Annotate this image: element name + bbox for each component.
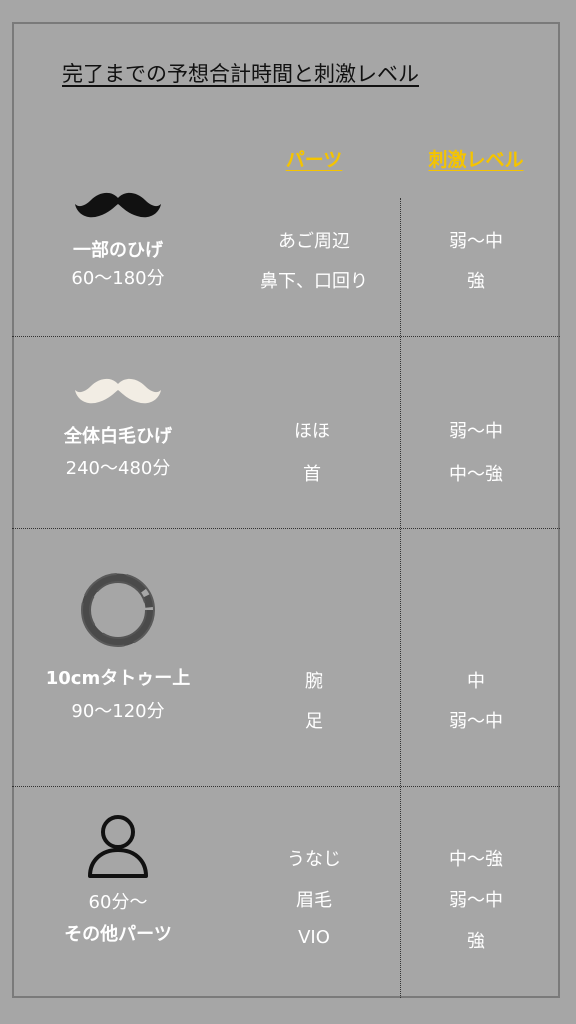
- person-icon: [86, 812, 150, 884]
- row-time: 60分〜: [88, 892, 148, 913]
- row-level: 弱〜中: [449, 231, 503, 252]
- row-name: 10cmタトゥー上: [45, 668, 191, 689]
- row-part: あご周辺: [278, 231, 350, 252]
- row-level: 中: [467, 671, 485, 692]
- row-level: 中〜強: [449, 464, 503, 485]
- row-name: 一部のひげ: [73, 240, 163, 261]
- brush-circle-icon: [76, 568, 160, 656]
- row-time: 240〜480分: [65, 458, 171, 479]
- row-level: 弱〜中: [449, 421, 503, 442]
- row-level: 弱〜中: [449, 890, 503, 911]
- row-part: ほほ: [294, 421, 330, 442]
- mustache-black-icon: [73, 190, 163, 226]
- row-level: 強: [467, 271, 485, 292]
- row-time: 60〜180分: [71, 268, 165, 289]
- row-level: 弱〜中: [449, 711, 503, 732]
- row-divider: [12, 336, 560, 337]
- row-name: その他パーツ: [64, 924, 172, 945]
- row-time: 90〜120分: [71, 701, 165, 722]
- row-divider: [12, 786, 560, 787]
- row-level: 強: [467, 931, 485, 952]
- mustache-white-icon: [73, 376, 163, 412]
- header-level: 刺激レベル: [428, 149, 524, 171]
- row-part: 鼻下、口回り: [260, 271, 368, 292]
- row-part: 首: [303, 464, 321, 485]
- row-part: 眉毛: [296, 890, 332, 911]
- column-divider: [400, 198, 401, 998]
- row-part: 足: [305, 711, 323, 732]
- row-level: 中〜強: [449, 849, 503, 870]
- row-part: VIO: [298, 927, 330, 948]
- page-title: 完了までの予想合計時間と刺激レベル: [62, 62, 419, 86]
- row-divider: [12, 528, 560, 529]
- header-parts: パーツ: [285, 149, 343, 171]
- row-part: 腕: [305, 671, 323, 692]
- row-name: 全体白毛ひげ: [64, 426, 172, 447]
- row-part: うなじ: [287, 849, 341, 870]
